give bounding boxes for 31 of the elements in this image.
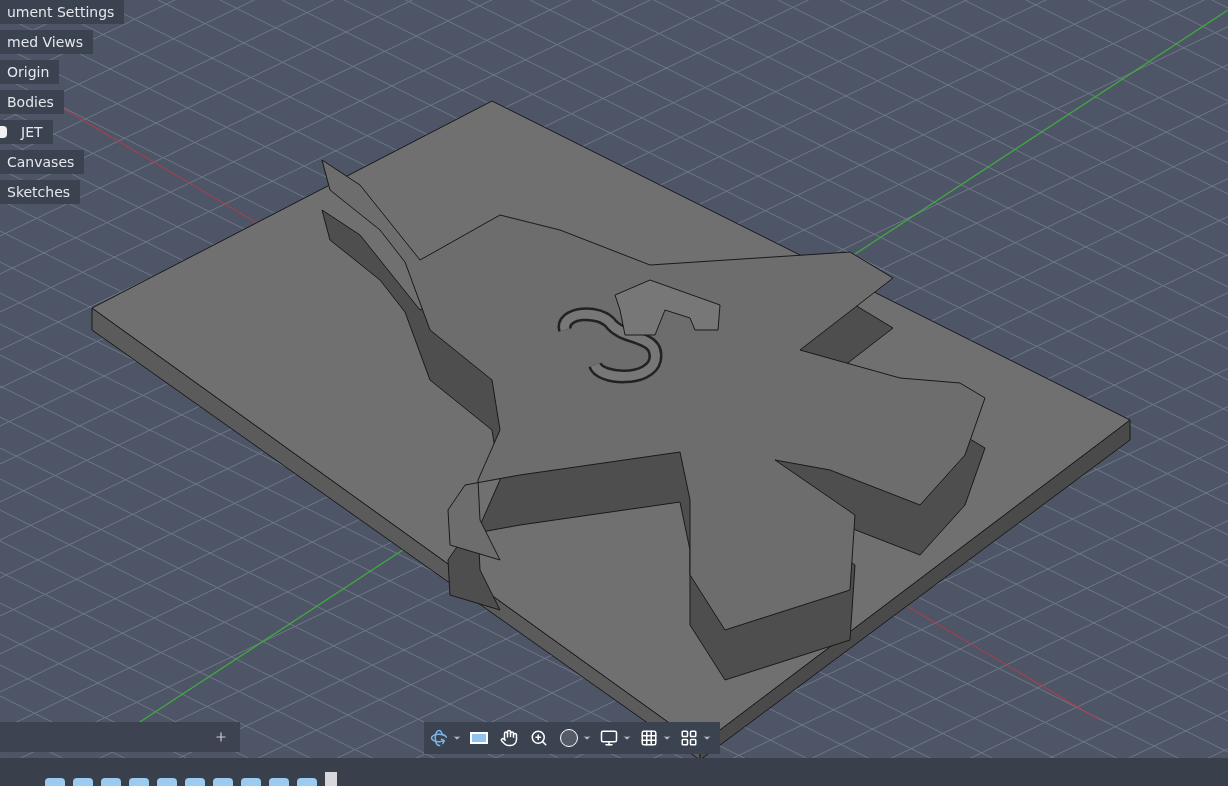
caret-icon[interactable] — [622, 733, 632, 743]
timeline-feature-icon[interactable] — [45, 778, 65, 786]
browser-item[interactable]: ument Settings — [0, 0, 125, 24]
browser-item-label: ument Settings — [7, 2, 115, 22]
browser-item-label: Bodies — [7, 92, 54, 112]
caret-icon[interactable] — [702, 733, 712, 743]
browser-item[interactable]: JET — [0, 120, 53, 144]
timeline-feature-icon[interactable] — [129, 778, 149, 786]
timeline-feature-icon[interactable] — [185, 778, 205, 786]
timeline-feature-icon[interactable] — [101, 778, 121, 786]
timeline-feature-icon[interactable] — [269, 778, 289, 786]
timeline-feature-icon[interactable] — [213, 778, 233, 786]
browser-item[interactable]: Canvases — [0, 150, 85, 174]
timeline-feature-icon[interactable] — [297, 778, 317, 786]
add-icon[interactable] — [214, 730, 228, 744]
caret-icon[interactable] — [662, 733, 672, 743]
browser-item-label: med Views — [7, 32, 84, 52]
caret-icon[interactable] — [452, 733, 462, 743]
browser-item[interactable]: Sketches — [0, 180, 81, 204]
caret-icon[interactable] — [582, 733, 592, 743]
browser-item[interactable]: med Views — [0, 30, 94, 54]
timeline-feature-icon[interactable] — [157, 778, 177, 786]
timeline-marker-icon[interactable] — [325, 772, 337, 786]
browser-item[interactable]: Origin — [0, 60, 60, 84]
browser-item-label: Sketches — [7, 182, 71, 202]
browser-item[interactable]: Bodies — [0, 90, 64, 114]
timeline-feature-icon[interactable] — [241, 778, 261, 786]
browser-item-label: JET — [21, 122, 43, 142]
browser-item-label: Origin — [7, 62, 50, 82]
browser-item-label: Canvases — [7, 152, 75, 172]
timeline-feature-icon[interactable] — [73, 778, 93, 786]
